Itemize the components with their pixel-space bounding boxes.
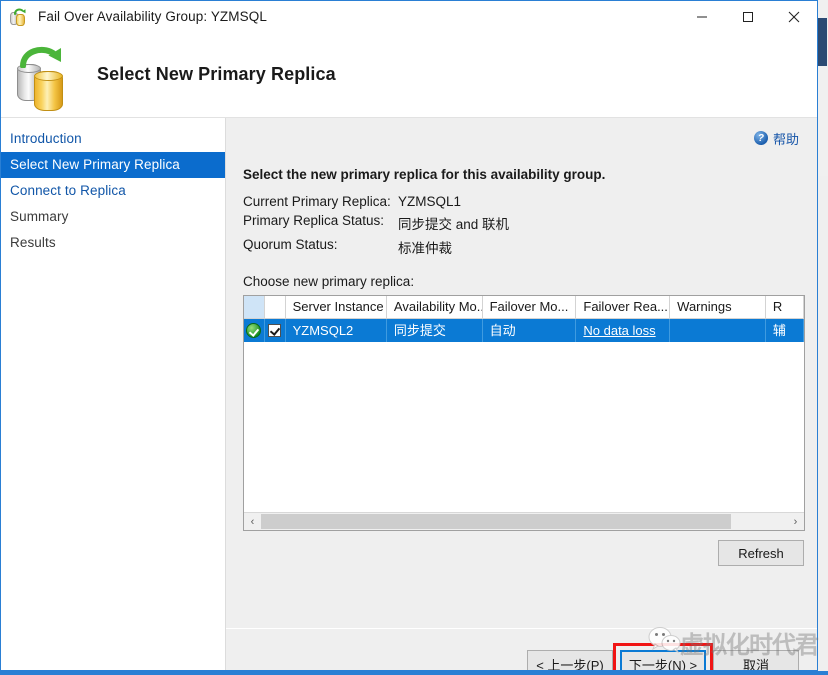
grid-header-availability-mode[interactable]: Availability Mo...: [387, 296, 483, 318]
choose-replica-label: Choose new primary replica:: [243, 274, 805, 289]
window-bottom-border: [0, 671, 828, 675]
refresh-arrow-icon: [14, 8, 26, 15]
info-row-current-primary: Current Primary Replica: YZMSQL1: [243, 194, 509, 213]
grid-header-checkbox[interactable]: [265, 296, 286, 318]
window-controls: [679, 1, 817, 32]
grid-header-row: Server Instance Availability Mo... Failo…: [244, 296, 804, 319]
help-link[interactable]: ? 帮助: [754, 129, 799, 148]
row-failover-readiness[interactable]: No data loss: [576, 319, 670, 342]
sidebar-item-introduction[interactable]: Introduction: [1, 126, 225, 152]
grid-scroll-thumb[interactable]: [261, 514, 731, 529]
row-failover-readiness-link[interactable]: No data loss: [583, 319, 655, 342]
replica-info-table: Current Primary Replica: YZMSQL1 Primary…: [243, 194, 509, 261]
info-label-quorum-status: Quorum Status:: [243, 237, 398, 261]
cancel-button[interactable]: 取消: [713, 650, 799, 671]
row-server-instance: YZMSQL2: [286, 319, 387, 342]
failover-arrow-icon: [20, 46, 64, 68]
info-value-current-primary: YZMSQL1: [398, 194, 509, 213]
info-row-primary-status: Primary Replica Status: 同步提交 and 联机: [243, 213, 509, 237]
dialog-footer: < 上一步(P) 下一步(N) > 取消: [226, 628, 817, 671]
table-row[interactable]: YZMSQL2 同步提交 自动 No data loss 辅: [244, 319, 804, 342]
grid-scroll-track[interactable]: [261, 513, 787, 530]
row-role: 辅: [766, 319, 804, 342]
grid-header-failover-readiness[interactable]: Failover Rea...: [576, 296, 670, 318]
database-failover-large-icon: [13, 46, 71, 104]
grid-header-warnings[interactable]: Warnings: [670, 296, 766, 318]
scroll-right-arrow-icon[interactable]: ›: [787, 514, 804, 530]
info-value-primary-status: 同步提交 and 联机: [398, 213, 509, 237]
dialog-body: Introduction Select New Primary Replica …: [1, 118, 817, 671]
instruction-text: Select the new primary replica for this …: [243, 167, 805, 182]
title-bar[interactable]: Fail Over Availability Group: YZMSQL: [1, 1, 817, 32]
close-button[interactable]: [771, 1, 817, 32]
database-failover-icon: [10, 8, 28, 26]
row-availability-mode: 同步提交: [387, 319, 483, 342]
row-checkbox[interactable]: [268, 324, 281, 337]
wizard-header: Select New Primary Replica: [1, 32, 817, 118]
help-label: 帮助: [773, 129, 799, 148]
info-row-quorum-status: Quorum Status: 标准仲裁: [243, 237, 509, 261]
content-inner: ? 帮助 Select the new primary replica for …: [226, 118, 817, 628]
window-title: Fail Over Availability Group: YZMSQL: [38, 9, 267, 24]
maximize-button[interactable]: [725, 1, 771, 32]
failover-wizard-dialog: Fail Over Availability Group: YZMSQL: [0, 0, 818, 671]
help-row: ? 帮助: [243, 128, 805, 148]
refresh-button[interactable]: Refresh: [718, 540, 804, 566]
row-failover-mode: 自动: [483, 319, 577, 342]
footer-buttons: < 上一步(P) 下一步(N) > 取消: [527, 650, 799, 671]
row-warnings: [670, 319, 766, 342]
next-button-wrapper: 下一步(N) >: [620, 650, 706, 671]
minimize-button[interactable]: [679, 1, 725, 32]
info-value-quorum-status: 标准仲裁: [398, 237, 509, 261]
sidebar-item-results[interactable]: Results: [1, 230, 225, 256]
grid-header-status[interactable]: [244, 296, 265, 318]
row-status-cell: [244, 319, 265, 342]
grid-header-role[interactable]: R: [766, 296, 804, 318]
scroll-left-arrow-icon[interactable]: ‹: [244, 514, 261, 530]
grid-header-server-instance[interactable]: Server Instance: [286, 296, 387, 318]
info-label-current-primary: Current Primary Replica:: [243, 194, 398, 213]
back-button[interactable]: < 上一步(P): [527, 650, 613, 671]
grid-header-failover-mode[interactable]: Failover Mo...: [483, 296, 577, 318]
sidebar-item-summary[interactable]: Summary: [1, 204, 225, 230]
row-checkbox-cell[interactable]: [265, 319, 286, 342]
next-button[interactable]: 下一步(N) >: [620, 650, 706, 671]
sidebar-item-connect-to-replica[interactable]: Connect to Replica: [1, 178, 225, 204]
page-title: Select New Primary Replica: [97, 64, 336, 85]
desktop-background: Fail Over Availability Group: YZMSQL: [0, 0, 828, 675]
content-pane: ? 帮助 Select the new primary replica for …: [226, 118, 817, 671]
sidebar-item-select-new-primary-replica[interactable]: Select New Primary Replica: [1, 152, 225, 178]
info-label-primary-status: Primary Replica Status:: [243, 213, 398, 237]
replica-grid: Server Instance Availability Mo... Failo…: [243, 295, 805, 531]
refresh-row: Refresh: [243, 540, 805, 566]
wizard-steps-sidebar: Introduction Select New Primary Replica …: [1, 118, 226, 671]
help-icon: ?: [754, 131, 768, 145]
status-ok-icon: [246, 323, 261, 338]
grid-horizontal-scrollbar[interactable]: ‹ ›: [244, 512, 804, 530]
